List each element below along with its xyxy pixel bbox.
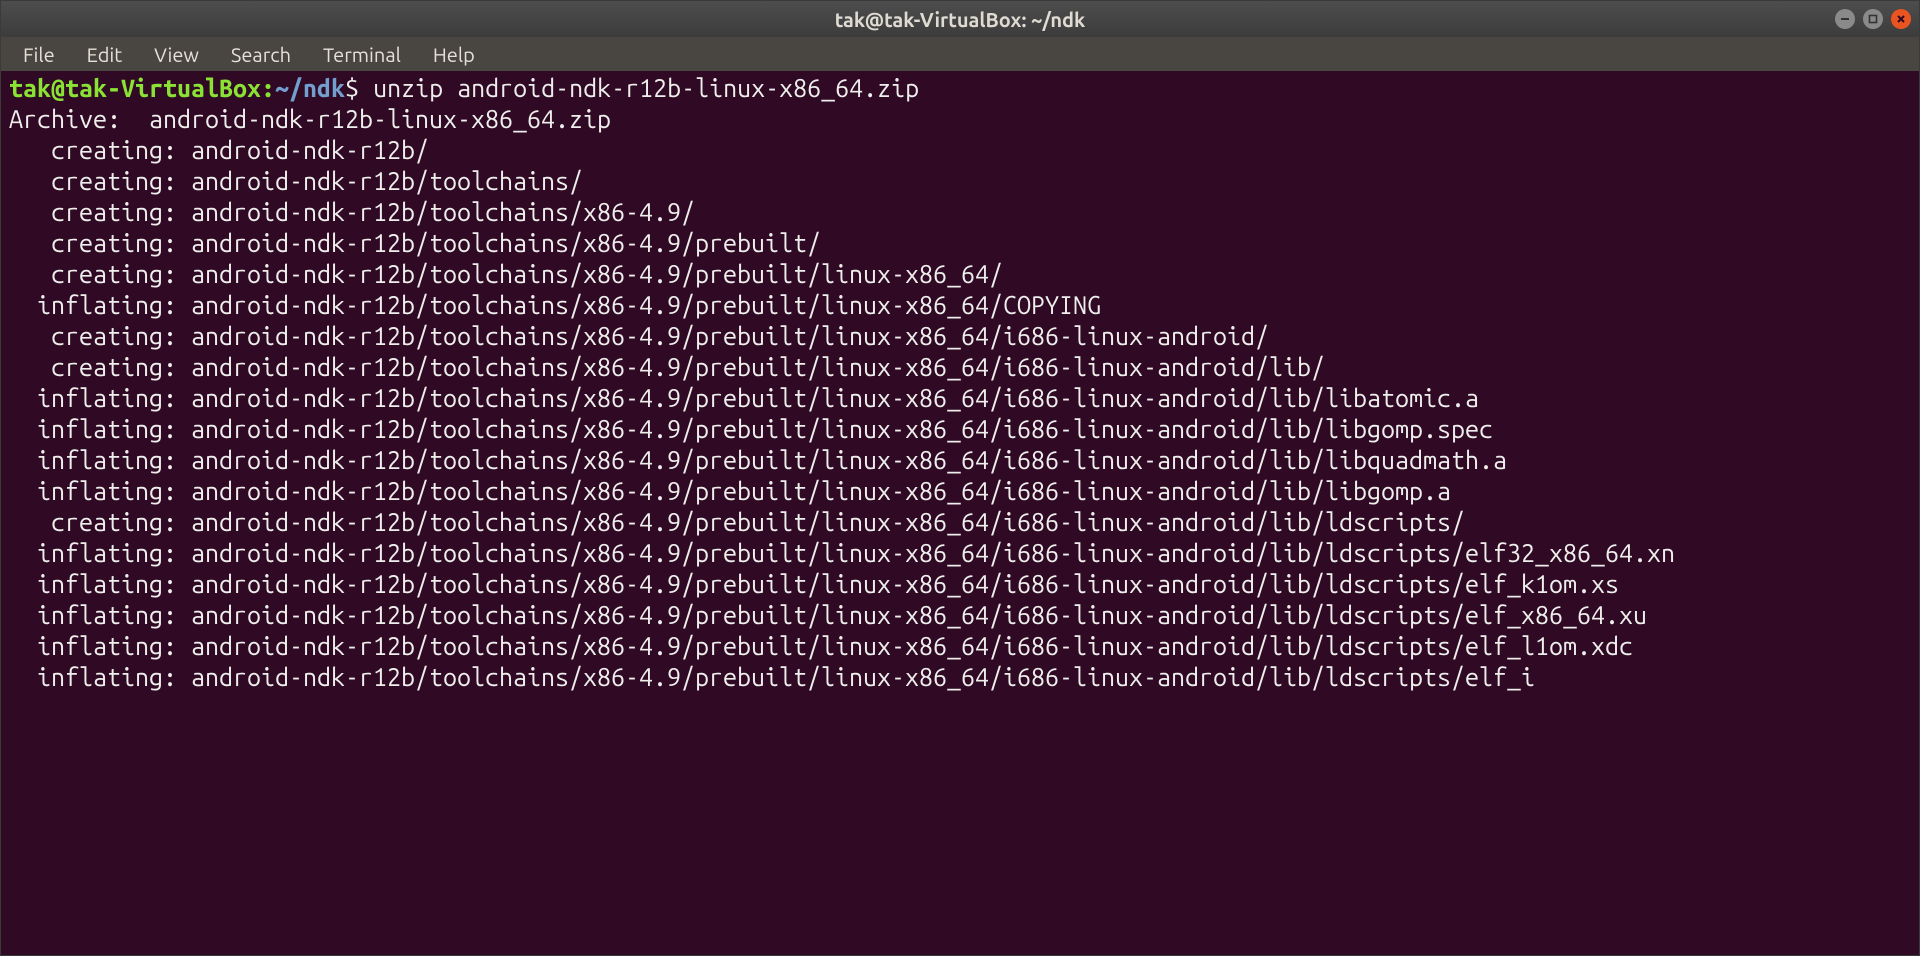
menu-file[interactable]: File xyxy=(11,39,67,70)
title-bar: tak@tak-VirtualBox: ~/ndk xyxy=(1,1,1919,37)
maximize-button[interactable] xyxy=(1863,9,1883,29)
prompt-separator: : xyxy=(261,74,275,102)
command-text: unzip android-ndk-r12b-linux-x86_64.zip xyxy=(373,74,919,102)
maximize-icon xyxy=(1868,14,1878,24)
menu-terminal[interactable]: Terminal xyxy=(311,39,413,70)
prompt-symbol: $ xyxy=(345,74,373,102)
prompt-user-host: tak@tak-VirtualBox xyxy=(9,74,261,102)
window-title: tak@tak-VirtualBox: ~/ndk xyxy=(835,8,1086,31)
minimize-button[interactable] xyxy=(1835,9,1855,29)
close-button[interactable] xyxy=(1891,9,1911,29)
menu-help[interactable]: Help xyxy=(421,39,487,70)
menu-view[interactable]: View xyxy=(142,39,211,70)
menu-search[interactable]: Search xyxy=(219,39,303,70)
menu-bar: File Edit View Search Terminal Help xyxy=(1,37,1919,71)
window-controls xyxy=(1835,9,1911,29)
menu-edit[interactable]: Edit xyxy=(75,39,134,70)
terminal-window: tak@tak-VirtualBox: ~/ndk File Edit View… xyxy=(0,0,1920,956)
close-icon xyxy=(1896,14,1906,24)
terminal-viewport[interactable]: tak@tak-VirtualBox:~/ndk$ unzip android-… xyxy=(1,71,1919,955)
minimize-icon xyxy=(1840,14,1850,24)
prompt-path: ~/ndk xyxy=(275,74,345,102)
terminal-output: Archive: android-ndk-r12b-linux-x86_64.z… xyxy=(9,105,1675,691)
